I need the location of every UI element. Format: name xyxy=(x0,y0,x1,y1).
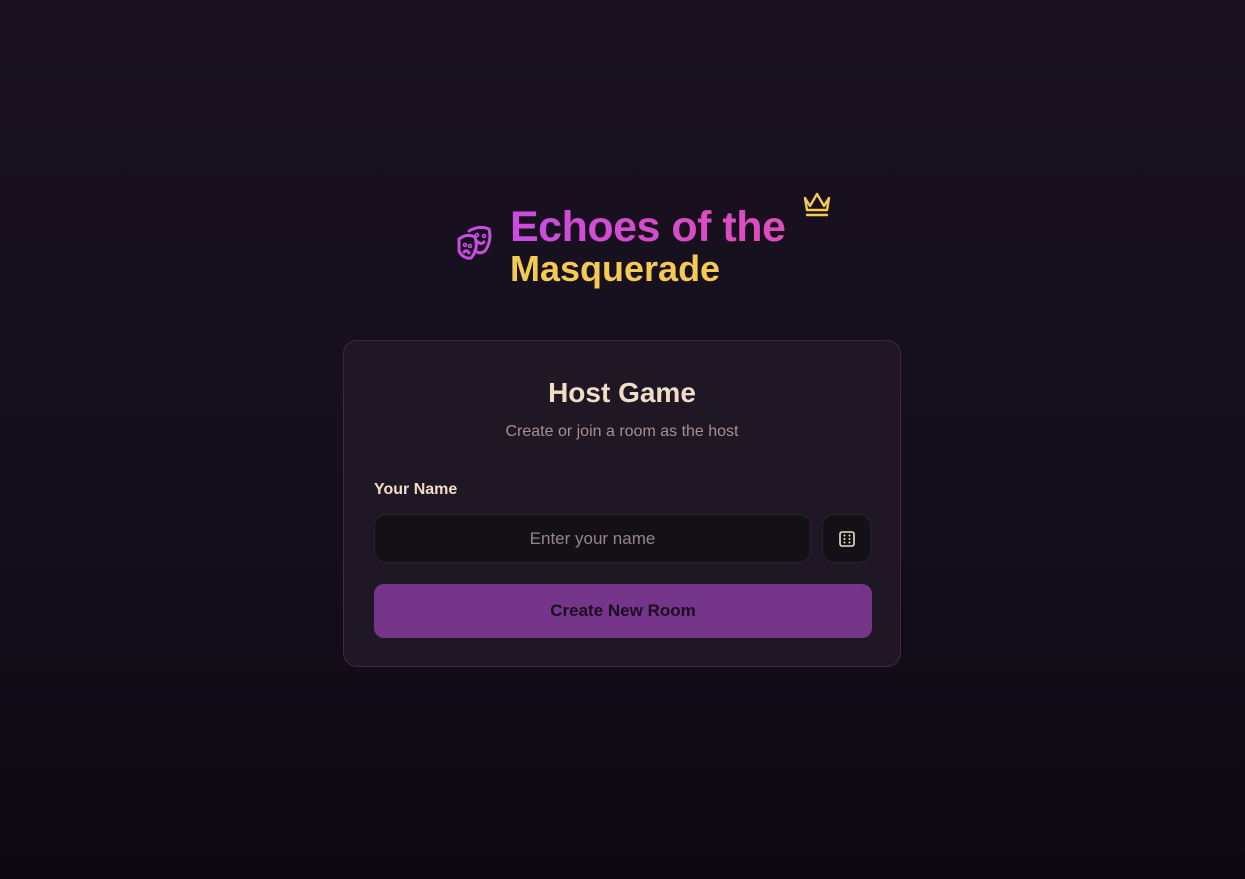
card-title: Host Game xyxy=(548,377,696,408)
crown-icon xyxy=(803,192,831,217)
app-title-line2: Masquerade xyxy=(510,248,721,289)
theater-masks-icon xyxy=(457,225,492,260)
dice-icon xyxy=(838,530,855,547)
create-room-button[interactable]: Create New Room xyxy=(374,584,872,638)
app-title-line1: Echoes of the xyxy=(510,203,786,251)
name-label: Your Name xyxy=(374,481,458,498)
name-input[interactable] xyxy=(374,514,811,563)
host-game-card: Host Game Create or join a room as the h… xyxy=(343,340,901,667)
card-subtitle: Create or join a room as the host xyxy=(505,423,739,440)
app-logo: Echoes of the Masquerade xyxy=(455,190,835,290)
random-name-button[interactable] xyxy=(822,514,871,563)
